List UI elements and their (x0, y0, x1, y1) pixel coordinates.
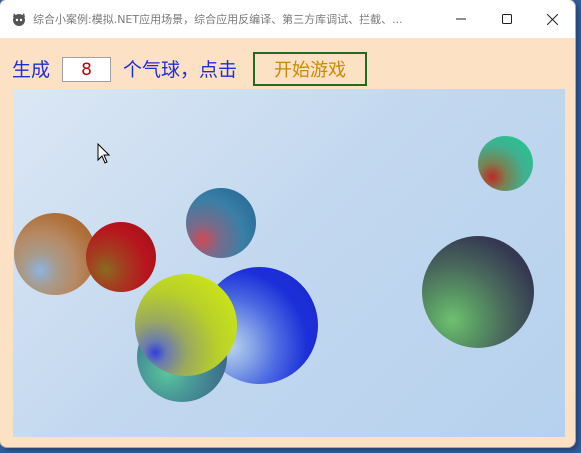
orange-balloon[interactable] (14, 213, 96, 295)
mouse-cursor-icon (97, 143, 111, 164)
balloons-click-label: 个气球，点击 (123, 59, 238, 81)
title-bar[interactable]: 综合小案例:模拟.NET应用场景，综合应用反编译、第三方库调试、拦截、... (0, 0, 575, 38)
dark-slate-balloon[interactable] (422, 236, 534, 348)
red-balloon[interactable] (86, 222, 156, 292)
close-button[interactable] (529, 0, 575, 38)
maximize-button[interactable] (484, 0, 530, 38)
start-game-button[interactable]: 开始游戏 (253, 52, 367, 86)
minimize-icon (456, 18, 466, 20)
generate-label: 生成 (12, 59, 51, 81)
balloon-count-input[interactable] (62, 57, 111, 82)
app-icon (13, 13, 25, 26)
green-balloon[interactable] (478, 136, 533, 191)
maximize-icon (502, 14, 512, 24)
minimize-button[interactable] (438, 0, 484, 38)
app-window: 综合小案例:模拟.NET应用场景，综合应用反编译、第三方库调试、拦截、... 生… (0, 0, 575, 447)
game-area[interactable] (13, 89, 565, 437)
close-icon (546, 13, 558, 25)
window-title: 综合小案例:模拟.NET应用场景，综合应用反编译、第三方库调试、拦截、... (33, 13, 403, 26)
teal-blue-balloon[interactable] (186, 188, 256, 258)
lime-balloon[interactable] (135, 274, 237, 376)
